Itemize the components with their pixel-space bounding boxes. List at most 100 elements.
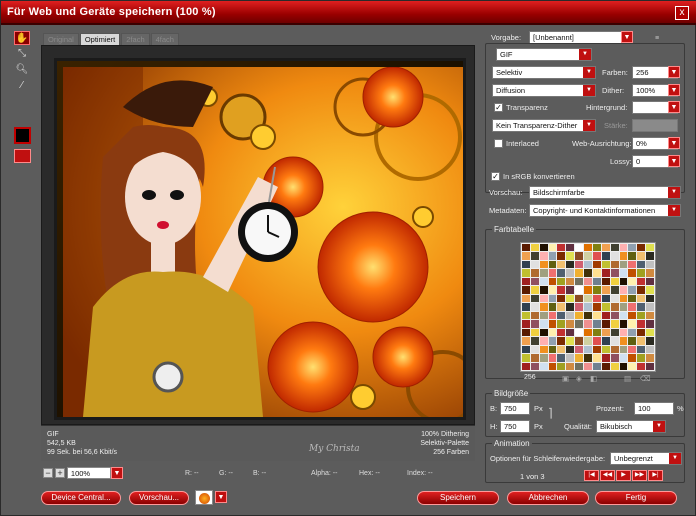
close-icon[interactable]: x <box>675 6 689 20</box>
preview-button[interactable]: Vorschau... <box>129 491 189 505</box>
color-swatch[interactable] <box>637 244 646 252</box>
color-swatch[interactable] <box>557 269 566 277</box>
color-swatch[interactable] <box>637 311 646 320</box>
color-swatch[interactable] <box>539 252 548 260</box>
color-swatch[interactable] <box>646 252 654 260</box>
color-swatch[interactable] <box>530 328 539 337</box>
color-swatch[interactable] <box>592 252 601 260</box>
color-swatch[interactable] <box>548 303 557 311</box>
color-swatch[interactable] <box>584 252 592 260</box>
color-swatch[interactable] <box>530 252 539 260</box>
color-swatch[interactable] <box>539 303 548 311</box>
color-swatch[interactable] <box>575 260 584 269</box>
quality-select[interactable]: Bikubisch ▼ <box>596 420 666 433</box>
color-swatch[interactable] <box>646 244 654 252</box>
color-swatch[interactable] <box>584 244 592 252</box>
lock-color-icon[interactable]: ◧ <box>590 374 597 383</box>
loop-dropdown-icon[interactable]: ▼ <box>669 453 681 464</box>
last-frame-icon[interactable]: ▶| <box>648 470 663 481</box>
interlaced-checkbox[interactable] <box>494 139 503 148</box>
color-swatch[interactable] <box>575 362 584 370</box>
color-swatch[interactable] <box>637 303 646 311</box>
color-swatch[interactable] <box>566 269 575 277</box>
color-swatch[interactable] <box>557 244 566 252</box>
color-swatch[interactable] <box>522 294 530 303</box>
color-swatch[interactable] <box>548 260 557 269</box>
color-swatch[interactable] <box>592 345 601 354</box>
new-color-icon[interactable]: ▤ <box>624 374 631 383</box>
zoom-tool-icon[interactable]: 🔍︎ <box>14 63 30 77</box>
color-swatch[interactable] <box>619 277 628 286</box>
color-swatch[interactable] <box>566 345 575 354</box>
color-swatch[interactable] <box>646 354 654 362</box>
color-swatch[interactable] <box>548 244 557 252</box>
color-swatch[interactable] <box>592 337 601 345</box>
color-swatch[interactable] <box>592 269 601 277</box>
color-swatch[interactable] <box>601 362 610 370</box>
color-swatch[interactable] <box>584 311 592 320</box>
color-swatch[interactable] <box>601 244 610 252</box>
color-swatch[interactable] <box>530 311 539 320</box>
color-swatch[interactable] <box>637 345 646 354</box>
color-swatch[interactable] <box>539 337 548 345</box>
color-swatch[interactable] <box>592 320 601 328</box>
previous-frame-icon[interactable]: ◀◀ <box>600 470 615 481</box>
reduction-dropdown-icon[interactable]: ▼ <box>583 67 595 78</box>
preview-dropdown-icon[interactable]: ▼ <box>668 187 680 198</box>
color-swatch[interactable] <box>619 252 628 260</box>
color-swatch[interactable] <box>522 328 530 337</box>
color-swatch[interactable] <box>592 362 601 370</box>
format-select[interactable]: GIF ▼ <box>496 48 592 61</box>
color-swatch[interactable] <box>619 320 628 328</box>
loop-select[interactable]: Unbegrenzt ▼ <box>610 452 682 465</box>
color-swatch[interactable] <box>646 294 654 303</box>
color-swatch[interactable] <box>637 269 646 277</box>
color-swatch[interactable] <box>637 260 646 269</box>
color-swatch[interactable] <box>566 354 575 362</box>
color-swatch[interactable] <box>610 362 619 370</box>
color-swatch[interactable] <box>628 362 637 370</box>
color-swatch[interactable] <box>628 252 637 260</box>
dither-dropdown-icon[interactable]: ▼ <box>668 84 680 96</box>
color-swatch[interactable] <box>575 345 584 354</box>
color-swatch[interactable] <box>619 303 628 311</box>
color-swatch[interactable] <box>522 362 530 370</box>
color-swatch[interactable] <box>601 337 610 345</box>
color-swatch[interactable] <box>619 269 628 277</box>
color-swatch[interactable] <box>557 328 566 337</box>
color-swatch[interactable] <box>637 286 646 294</box>
color-swatch[interactable] <box>601 252 610 260</box>
color-swatch[interactable] <box>592 286 601 294</box>
color-swatch[interactable] <box>637 362 646 370</box>
color-swatch[interactable] <box>548 277 557 286</box>
color-swatch[interactable] <box>646 277 654 286</box>
color-swatch[interactable] <box>566 277 575 286</box>
color-swatch[interactable] <box>557 354 566 362</box>
color-swatch[interactable] <box>530 277 539 286</box>
browser-icon[interactable] <box>195 490 213 505</box>
metadata-dropdown-icon[interactable]: ▼ <box>668 205 680 216</box>
color-swatch[interactable] <box>522 303 530 311</box>
lossy-dropdown-icon[interactable]: ▼ <box>668 155 680 167</box>
color-swatch[interactable] <box>566 311 575 320</box>
slice-select-tool-icon[interactable]: ⤡ <box>14 47 30 61</box>
color-swatch[interactable] <box>610 354 619 362</box>
color-swatch[interactable] <box>539 320 548 328</box>
color-swatch[interactable] <box>637 252 646 260</box>
color-swatch[interactable] <box>522 244 530 252</box>
color-swatch[interactable] <box>539 362 548 370</box>
map-to-transparent-icon[interactable]: ▣ <box>562 374 569 383</box>
color-swatch[interactable] <box>601 260 610 269</box>
color-swatch[interactable] <box>610 286 619 294</box>
color-swatch[interactable] <box>646 328 654 337</box>
color-swatch[interactable] <box>566 286 575 294</box>
color-swatch[interactable] <box>601 303 610 311</box>
color-swatch[interactable] <box>548 269 557 277</box>
color-swatch[interactable] <box>628 303 637 311</box>
color-swatch[interactable] <box>584 303 592 311</box>
color-swatch[interactable] <box>575 320 584 328</box>
color-swatch[interactable] <box>584 269 592 277</box>
browser-dropdown-icon[interactable]: ▼ <box>215 491 227 503</box>
color-swatch[interactable] <box>619 244 628 252</box>
color-swatch[interactable] <box>522 260 530 269</box>
